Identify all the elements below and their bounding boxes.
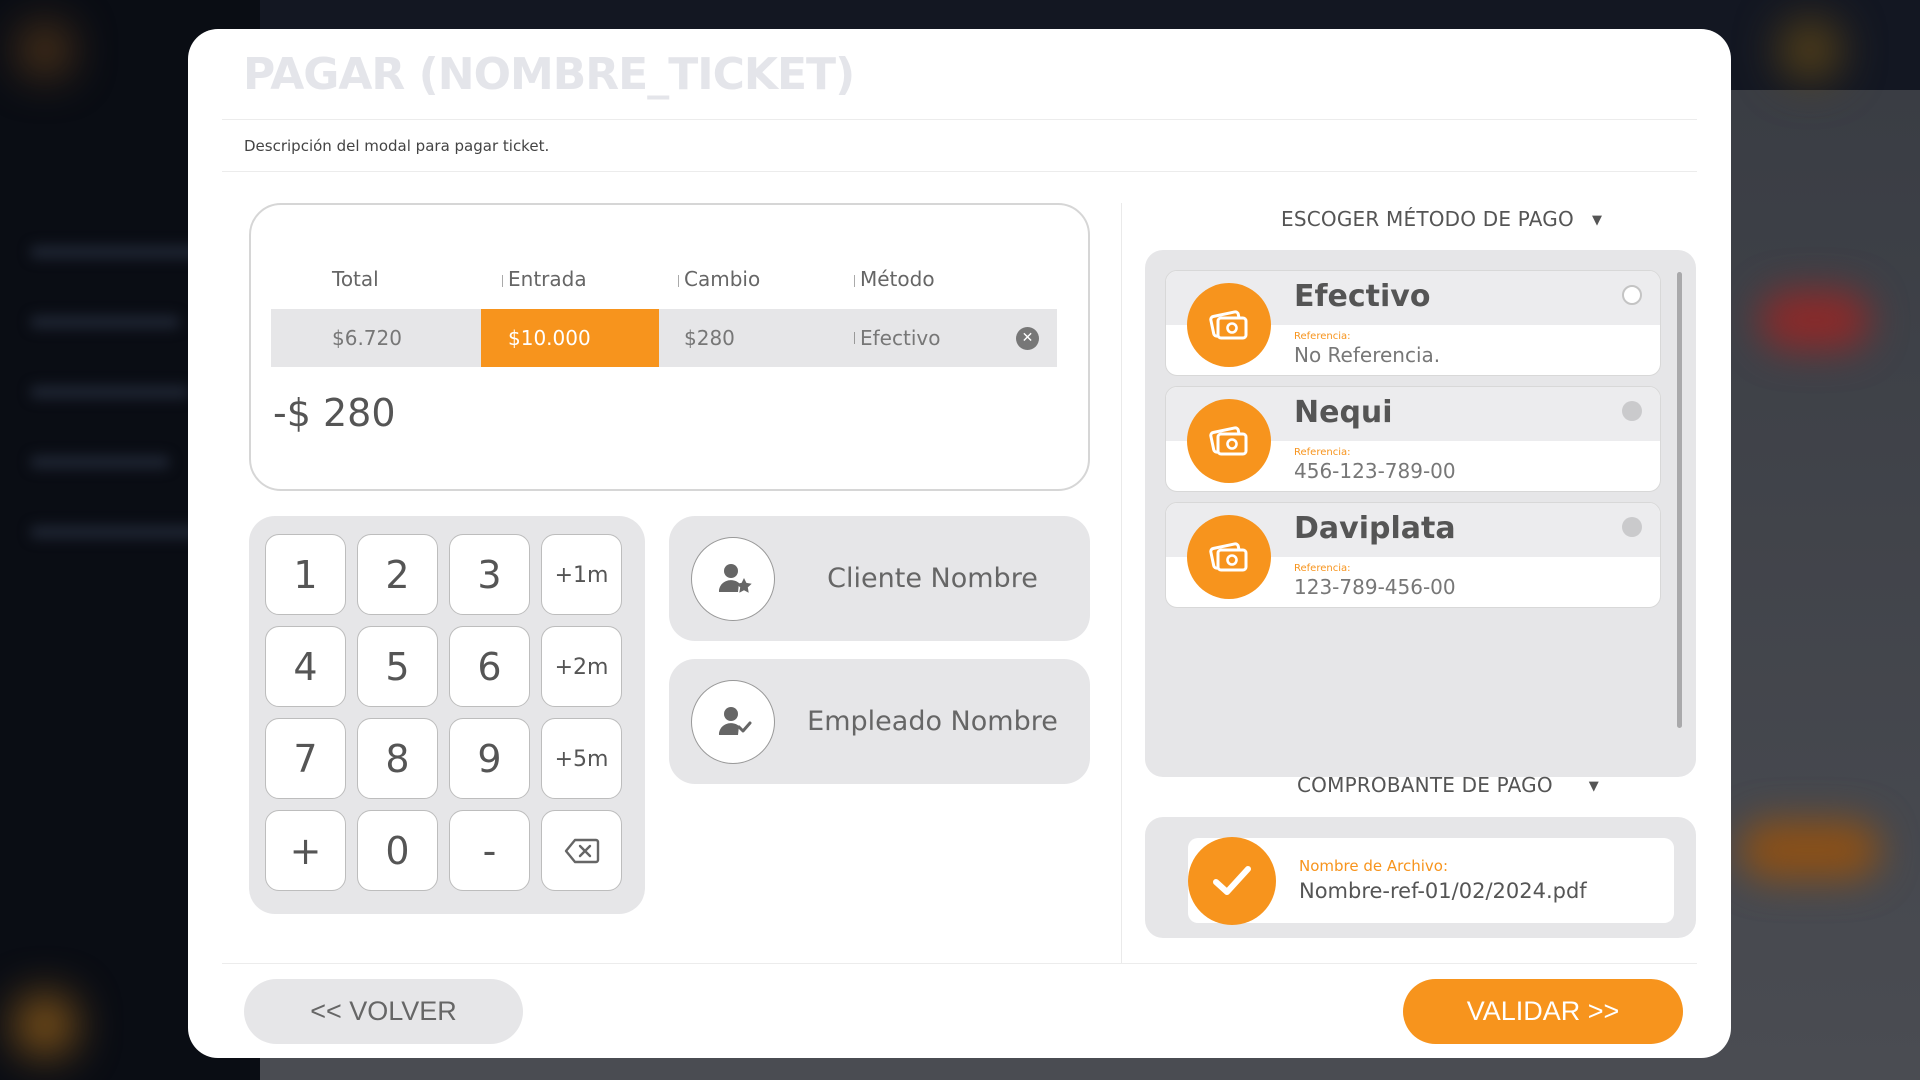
user-star-icon — [718, 564, 752, 593]
method-radio[interactable] — [1622, 401, 1642, 421]
key-9[interactable]: 9 — [449, 718, 530, 799]
scrollbar[interactable] — [1677, 272, 1682, 728]
entrada-value[interactable]: $10.000 — [481, 309, 659, 367]
header-separator — [678, 275, 679, 287]
key-plus[interactable]: + — [265, 810, 346, 891]
client-name: Cliente Nombre — [827, 563, 1038, 594]
background-orange-button — [1740, 820, 1880, 880]
method-name: Nequi — [1294, 395, 1393, 430]
proof-title[interactable]: COMPROBANTE DE PAGO ▼ — [1297, 773, 1599, 797]
file-name-value: Nombre-ref-01/02/2024.pdf — [1299, 879, 1587, 903]
key-backspace[interactable] — [541, 810, 622, 891]
method-name: Daviplata — [1294, 511, 1456, 546]
reference-value: No Referencia. — [1294, 343, 1441, 367]
key-5[interactable]: 5 — [357, 626, 438, 707]
employee-selector[interactable]: Empleado Nombre — [669, 659, 1090, 784]
validate-button[interactable]: VALIDAR >> — [1403, 979, 1683, 1044]
method-radio[interactable] — [1622, 285, 1642, 305]
method-radio[interactable] — [1622, 517, 1642, 537]
employee-avatar — [691, 680, 775, 764]
reference-label: Referencia: — [1294, 331, 1351, 342]
modal-title: PAGAR (NOMBRE_TICKET) — [243, 49, 855, 100]
modal-description: Descripción del modal para pagar ticket. — [244, 137, 550, 155]
reference-label: Referencia: — [1294, 447, 1351, 458]
background-line — [30, 385, 190, 399]
background-top-right — [1780, 20, 1840, 80]
payment-modal: PAGAR (NOMBRE_TICKET) Descripción del mo… — [188, 29, 1731, 1058]
key-1[interactable]: 1 — [265, 534, 346, 615]
header-entrada: Entrada — [508, 267, 587, 291]
header-separator — [854, 275, 855, 287]
dropdown-triangle-icon: ▼ — [1588, 779, 1599, 794]
clear-method-icon[interactable]: ✕ — [1016, 327, 1039, 350]
dropdown-triangle-icon: ▼ — [1591, 213, 1603, 228]
title-divider — [222, 119, 1697, 120]
money-icon — [1187, 399, 1271, 483]
header-total: Total — [332, 267, 379, 291]
payment-methods-list: Efectivo Referencia: No Referencia. Nequ… — [1145, 250, 1696, 777]
background-line — [30, 245, 210, 259]
client-avatar — [691, 537, 775, 621]
background-line — [30, 525, 200, 539]
numeric-keypad: 1 2 3 +1m 4 5 6 +2m 7 8 9 +5m + 0 - — [249, 516, 645, 914]
key-plus-2m[interactable]: +2m — [541, 626, 622, 707]
user-check-icon — [718, 707, 752, 735]
total-value: $6.720 — [332, 326, 402, 350]
money-icon — [1187, 515, 1271, 599]
background-avatar — [15, 995, 75, 1055]
background-red-button — [1760, 290, 1870, 350]
reference-label: Referencia: — [1294, 563, 1351, 574]
proof-label: COMPROBANTE DE PAGO — [1297, 773, 1553, 797]
client-selector[interactable]: Cliente Nombre — [669, 516, 1090, 641]
money-icon — [1187, 283, 1271, 367]
payment-method-efectivo[interactable]: Efectivo Referencia: No Referencia. — [1165, 270, 1661, 376]
check-icon — [1188, 837, 1276, 925]
background-line — [30, 455, 170, 469]
column-divider — [1121, 203, 1122, 963]
key-0[interactable]: 0 — [357, 810, 438, 891]
key-6[interactable]: 6 — [449, 626, 530, 707]
payment-method-label: ESCOGER MÉTODO DE PAGO — [1281, 207, 1574, 231]
employee-name: Empleado Nombre — [807, 706, 1058, 737]
key-4[interactable]: 4 — [265, 626, 346, 707]
payment-method-nequi[interactable]: Nequi Referencia: 456-123-789-00 — [1165, 386, 1661, 492]
background-logo — [20, 25, 70, 75]
file-name-label: Nombre de Archivo: — [1299, 857, 1449, 875]
background-line — [30, 315, 180, 329]
method-name: Efectivo — [1294, 279, 1431, 314]
key-plus-5m[interactable]: +5m — [541, 718, 622, 799]
cambio-value: $280 — [684, 326, 735, 350]
reference-value: 456-123-789-00 — [1294, 459, 1456, 483]
key-3[interactable]: 3 — [449, 534, 530, 615]
back-button[interactable]: << VOLVER — [244, 979, 523, 1044]
difference-amount: -$ 280 — [273, 391, 396, 435]
header-metodo: Método — [860, 267, 935, 291]
payment-summary-card: Total Entrada Cambio Método $6.720 $10.0… — [249, 203, 1090, 491]
payment-method-title[interactable]: ESCOGER MÉTODO DE PAGO ▼ — [1281, 207, 1602, 231]
key-minus[interactable]: - — [449, 810, 530, 891]
row-separator — [854, 332, 855, 344]
key-7[interactable]: 7 — [265, 718, 346, 799]
reference-value: 123-789-456-00 — [1294, 575, 1456, 599]
header-cambio: Cambio — [684, 267, 761, 291]
header-separator — [502, 275, 503, 287]
summary-header-row: Total Entrada Cambio Método — [271, 267, 1057, 297]
payment-proof-panel: Nombre de Archivo: Nombre-ref-01/02/2024… — [1145, 817, 1696, 938]
key-plus-1m[interactable]: +1m — [541, 534, 622, 615]
payment-method-daviplata[interactable]: Daviplata Referencia: 123-789-456-00 — [1165, 502, 1661, 608]
footer-divider — [222, 963, 1697, 964]
description-divider — [222, 171, 1697, 172]
key-2[interactable]: 2 — [357, 534, 438, 615]
key-8[interactable]: 8 — [357, 718, 438, 799]
metodo-value: Efectivo — [860, 326, 941, 350]
backspace-icon — [564, 838, 599, 864]
summary-values-row: $6.720 $10.000 $280 Efectivo ✕ — [271, 309, 1057, 367]
